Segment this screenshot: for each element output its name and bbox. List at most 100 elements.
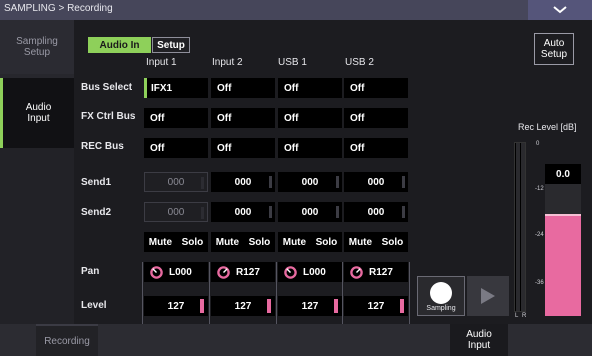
fx-ctrl-bus-usb-1[interactable]: Off [278, 108, 342, 128]
value-bar [336, 176, 339, 188]
mute-button[interactable]: Mute [349, 237, 372, 248]
solo-button[interactable]: Solo [249, 237, 271, 248]
sidebar-item-sampling-setup[interactable]: Sampling Setup [0, 20, 74, 74]
level-input-2[interactable]: 127 [211, 296, 275, 316]
column-divider [342, 262, 343, 324]
input-level-meter [514, 142, 526, 312]
send2-value: 000 [367, 206, 385, 218]
tab-label: Audio Input [466, 329, 492, 351]
pan-knob-input-1[interactable]: L000 [144, 262, 208, 282]
column-divider [142, 262, 143, 324]
mute-solo-usb-1: Mute Solo [278, 232, 342, 252]
tab-setup[interactable]: Setup [152, 37, 190, 53]
level-value: 127 [301, 300, 319, 312]
tab-audio-in[interactable]: Audio In [88, 37, 151, 53]
rec-level-value[interactable]: 0.0 [545, 164, 581, 184]
fx-ctrl-bus-input-1[interactable]: Off [144, 108, 208, 128]
channel-label-r: R [522, 313, 527, 319]
value-bar [269, 176, 272, 188]
rec-level-fader[interactable] [545, 214, 581, 316]
column-divider [409, 262, 410, 324]
tab-recording[interactable]: Recording [36, 324, 98, 356]
sidebar-item-audio-input[interactable]: Audio Input [0, 78, 74, 148]
level-value: 127 [367, 300, 385, 312]
sampling-button[interactable]: Sampling [417, 276, 465, 316]
value-bar [201, 207, 204, 219]
row-label-fx-ctrl-bus: FX Ctrl Bus [81, 111, 136, 122]
auto-setup-button[interactable]: Auto Setup [534, 33, 574, 65]
pan-value: L000 [303, 266, 326, 278]
pan-value: L000 [169, 266, 192, 278]
row-label-bus-select: Bus Select [81, 82, 133, 93]
meter-channel-r [521, 143, 525, 311]
rec-bus-input-1[interactable]: Off [144, 138, 208, 158]
send1-input-1[interactable]: 000 [144, 172, 208, 192]
pan-knob-usb-2[interactable]: R127 [344, 262, 408, 282]
rec-level-title: Rec Level [dB] [518, 122, 577, 132]
send1-value: 000 [367, 176, 385, 188]
send2-usb-1[interactable]: 000 [278, 202, 342, 222]
rec-bus-input-2[interactable]: Off [211, 138, 275, 158]
bus-select-usb-2[interactable]: Off [344, 78, 408, 98]
level-bar [200, 299, 204, 313]
bottom-tab-bar: Recording Audio Input [0, 324, 592, 356]
sidebar-item-label: Sampling Setup [16, 36, 58, 58]
fx-ctrl-bus-input-2[interactable]: Off [211, 108, 275, 128]
pan-knob-icon [217, 265, 230, 279]
send1-usb-1[interactable]: 000 [278, 172, 342, 192]
sampling-label: Sampling [426, 305, 456, 312]
solo-button[interactable]: Solo [382, 237, 404, 248]
level-input-1[interactable]: 127 [144, 296, 208, 316]
mute-solo-input-2: Mute Solo [211, 232, 275, 252]
level-usb-1[interactable]: 127 [278, 296, 342, 316]
sidebar: Sampling Setup Audio Input [0, 20, 74, 324]
pan-knob-input-2[interactable]: R127 [211, 262, 275, 282]
level-value: 127 [167, 300, 185, 312]
column-divider [209, 262, 210, 324]
send1-usb-2[interactable]: 000 [344, 172, 408, 192]
scale-label: -12 [535, 186, 544, 192]
column-header-usb-1: USB 1 [278, 57, 307, 68]
bus-select-input-2[interactable]: Off [211, 78, 275, 98]
send1-input-2[interactable]: 000 [211, 172, 275, 192]
fx-ctrl-bus-usb-2[interactable]: Off [344, 108, 408, 128]
solo-button[interactable]: Solo [182, 237, 204, 248]
solo-button[interactable]: Solo [316, 237, 338, 248]
send1-value: 000 [234, 176, 252, 188]
play-button[interactable] [467, 276, 509, 316]
pan-value: R127 [236, 266, 260, 278]
sidebar-empty-area [0, 148, 74, 324]
row-label-level: Level [81, 300, 107, 311]
mute-button[interactable]: Mute [283, 237, 306, 248]
send1-value: 000 [167, 176, 185, 188]
send2-value: 000 [234, 206, 252, 218]
value-bar [402, 206, 405, 218]
mute-button[interactable]: Mute [216, 237, 239, 248]
column-header-input-2: Input 2 [212, 57, 243, 68]
send2-input-2[interactable]: 000 [211, 202, 275, 222]
column-header-input-1: Input 1 [146, 57, 177, 68]
page-menu-button[interactable] [528, 0, 592, 20]
send2-input-1[interactable]: 000 [144, 202, 208, 222]
page-title: SAMPLING > Recording [4, 3, 113, 14]
scale-label: 0 [536, 141, 540, 147]
rec-bus-usb-1[interactable]: Off [278, 138, 342, 158]
title-bar: SAMPLING > Recording [0, 0, 592, 20]
mute-button[interactable]: Mute [149, 237, 172, 248]
scale-label: -36 [535, 280, 544, 286]
bus-select-input-1[interactable]: IFX1 [144, 78, 208, 98]
pan-knob-usb-1[interactable]: L000 [278, 262, 342, 282]
record-circle-icon [430, 282, 452, 304]
rec-bus-usb-2[interactable]: Off [344, 138, 408, 158]
tab-label: Recording [44, 335, 90, 347]
chevron-down-icon [553, 6, 567, 14]
bus-select-usb-1[interactable]: Off [278, 78, 342, 98]
level-bar [400, 299, 404, 313]
tab-audio-input[interactable]: Audio Input [450, 324, 508, 356]
row-label-rec-bus: REC Bus [81, 141, 124, 152]
level-usb-2[interactable]: 127 [344, 296, 408, 316]
row-label-pan: Pan [81, 266, 100, 277]
pan-knob-icon [284, 265, 297, 279]
send2-usb-2[interactable]: 000 [344, 202, 408, 222]
value-bar [269, 206, 272, 218]
